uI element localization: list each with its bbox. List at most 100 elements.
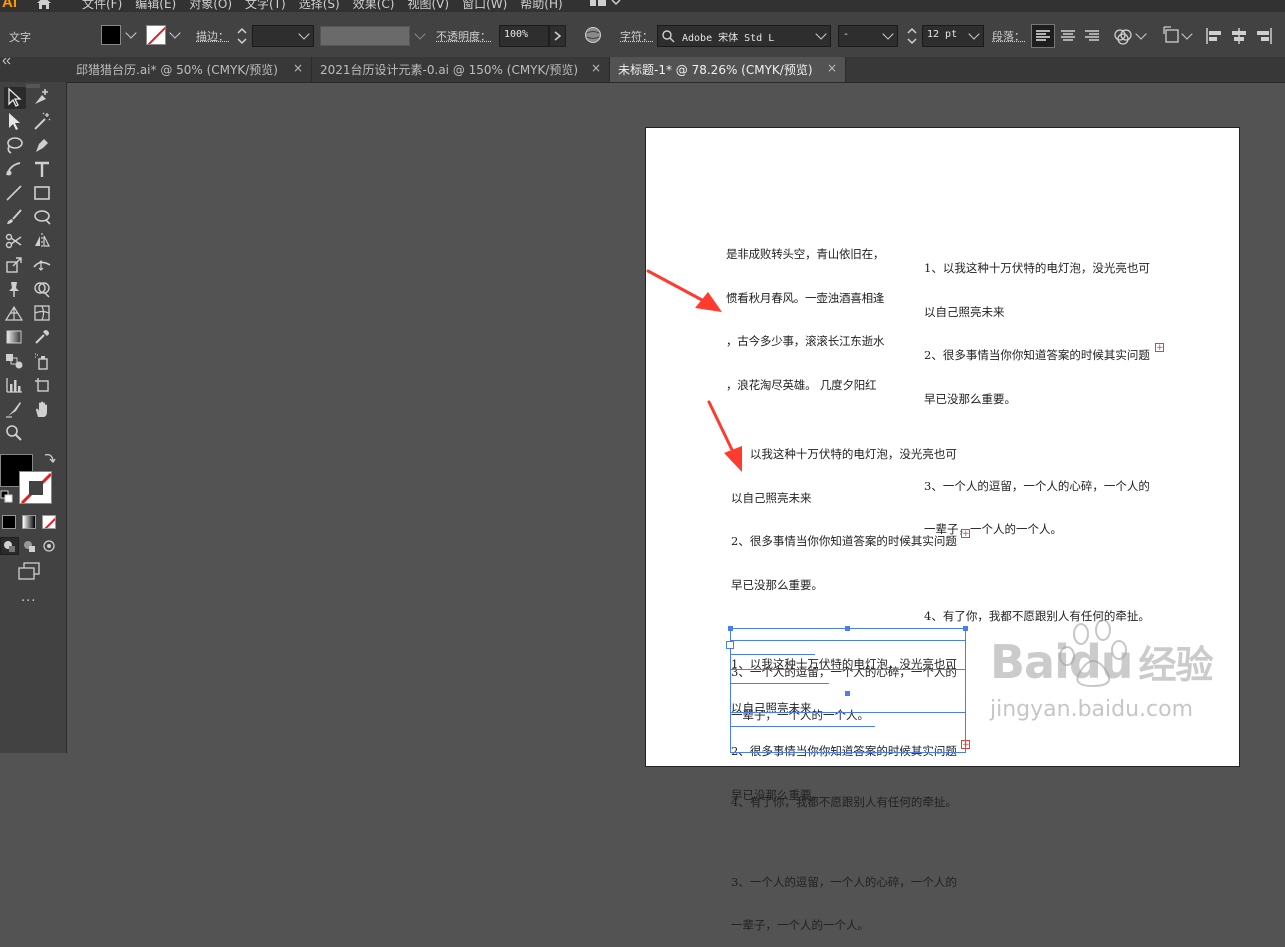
list-text-block-right[interactable]: 1、以我这种十万伏特的电灯泡，没光亮也可 以自己照亮未来 2、很多事情当你你知道… xyxy=(924,232,1150,638)
gradient-tool[interactable] xyxy=(4,327,26,349)
opacity-arrow-button[interactable] xyxy=(549,25,566,47)
line-segment-tool[interactable] xyxy=(4,183,26,205)
recolor-artwork-icon[interactable] xyxy=(1112,25,1134,47)
horizontal-align-right-icon[interactable] xyxy=(1253,25,1275,47)
variable-width-profile[interactable] xyxy=(320,26,410,46)
scissors-tool[interactable] xyxy=(4,231,26,253)
poem-text-block[interactable]: 是非成败转头空，青山依旧在， 惯看秋月春风。一壶浊酒喜相逢 ，古今多少事，滚滚长… xyxy=(726,218,884,407)
text-overflow-indicator[interactable]: + xyxy=(1155,343,1164,353)
menu-type[interactable]: 文字(T) xyxy=(245,0,293,12)
horizontal-align-center-icon[interactable] xyxy=(1228,25,1250,47)
stroke-swatch[interactable] xyxy=(146,25,166,45)
shape-builder-tool[interactable] xyxy=(32,279,54,301)
width-tool[interactable] xyxy=(32,255,54,277)
stroke-color-box[interactable] xyxy=(19,471,52,504)
horizontal-align-left-icon[interactable] xyxy=(1203,25,1225,47)
curvature-tool[interactable] xyxy=(32,87,54,109)
draw-inside-icon[interactable] xyxy=(41,538,58,554)
reflect-icon xyxy=(35,233,50,249)
fill-swatch[interactable] xyxy=(101,25,121,45)
lasso-icon xyxy=(7,137,23,154)
shaper-tool[interactable] xyxy=(32,207,54,229)
scale-tool[interactable] xyxy=(4,255,26,277)
blend-tool[interactable] xyxy=(4,351,26,373)
draw-behind-icon[interactable] xyxy=(21,538,38,554)
paragraph-label[interactable]: 段落： xyxy=(992,28,1025,44)
artboard-tool[interactable] xyxy=(32,375,54,397)
type-tool[interactable] xyxy=(32,159,54,181)
menu-edit[interactable]: 编辑(E) xyxy=(135,0,183,12)
edit-toolbar-more[interactable]: ... xyxy=(21,590,36,605)
text-in-port[interactable] xyxy=(726,641,734,649)
column-graph-tool[interactable] xyxy=(4,375,26,397)
selection-handle[interactable] xyxy=(728,626,733,631)
recolor-globe-icon[interactable] xyxy=(584,26,602,44)
color-mode-button[interactable] xyxy=(2,515,16,529)
pen-tool[interactable] xyxy=(32,135,54,157)
slice-knife-icon xyxy=(6,402,21,418)
menu-help[interactable]: 帮助(H) xyxy=(520,0,569,12)
selection-handle[interactable] xyxy=(845,626,850,631)
text-overflow-indicator[interactable]: + xyxy=(961,740,970,750)
text-baseline xyxy=(731,712,965,713)
lasso-tool[interactable] xyxy=(4,135,26,157)
font-size-stepper-icon[interactable] xyxy=(906,26,918,46)
slice-tool[interactable] xyxy=(4,399,26,421)
collapse-panel-icon[interactable] xyxy=(2,57,12,65)
add-anchor-tool[interactable] xyxy=(4,159,26,181)
profile-chevron-icon[interactable] xyxy=(414,28,426,40)
selection-tool[interactable] xyxy=(4,87,26,109)
eyedropper-tool[interactable] xyxy=(32,327,54,349)
menu-window[interactable]: 窗口(W) xyxy=(462,0,514,12)
rectangle-tool[interactable] xyxy=(32,183,54,205)
direct-selection-tool[interactable] xyxy=(4,111,26,133)
gradient-mode-button[interactable] xyxy=(22,515,36,529)
zoom-tool[interactable] xyxy=(4,423,26,445)
close-icon[interactable]: × xyxy=(591,61,601,75)
fill-dropdown-chevron-icon[interactable] xyxy=(125,27,137,39)
recolor-chevron-icon[interactable] xyxy=(1135,28,1147,40)
menu-file[interactable]: 文件(F) xyxy=(82,0,129,12)
stroke-dropdown-chevron-icon[interactable] xyxy=(169,27,181,39)
character-label[interactable]: 字符： xyxy=(620,28,653,44)
perspective-grid-tool[interactable] xyxy=(4,303,26,325)
paintbrush-tool[interactable] xyxy=(4,207,26,229)
menu-effect[interactable]: 效果(C) xyxy=(353,0,402,12)
text-line: 2、很多事情当你你知道答案的时候其实问题 xyxy=(731,534,957,548)
opacity-label[interactable]: 不透明度： xyxy=(436,28,491,44)
align-right-icon[interactable] xyxy=(1081,25,1103,47)
menu-object[interactable]: 对象(O) xyxy=(189,0,239,12)
selection-handle[interactable] xyxy=(963,626,968,631)
document-tab-bar: 邱猎猎台历.ai* @ 50% (CMYK/预览) × 2021台历设计元素-0… xyxy=(0,57,1285,83)
stroke-label[interactable]: 描边： xyxy=(196,28,229,44)
text-overflow-indicator[interactable]: + xyxy=(961,529,970,539)
workspace-switcher-icon[interactable] xyxy=(588,0,622,10)
close-icon[interactable]: × xyxy=(293,61,303,75)
selection-center-point[interactable] xyxy=(845,691,850,696)
magic-wand-tool[interactable] xyxy=(32,111,54,133)
screen-mode-icon[interactable] xyxy=(17,562,41,580)
align-center-icon[interactable] xyxy=(1057,25,1079,47)
swap-fill-stroke-icon[interactable] xyxy=(42,451,56,465)
menu-view[interactable]: 视图(V) xyxy=(407,0,456,12)
home-icon[interactable] xyxy=(36,0,52,10)
tab-document-3-active[interactable]: 未标题-1* @ 78.26% (CMYK/预览) × xyxy=(610,57,846,82)
close-icon[interactable]: × xyxy=(827,61,837,75)
menu-select[interactable]: 选择(S) xyxy=(299,0,347,12)
puppet-warp-tool[interactable] xyxy=(4,279,26,301)
main-menu: 文件(F) 编辑(E) 对象(O) 文字(T) 选择(S) 效果(C) 视图(V… xyxy=(82,0,576,12)
symbol-sprayer-tool[interactable] xyxy=(32,351,54,373)
stroke-stepper-icon[interactable] xyxy=(236,26,248,46)
tab-document-1[interactable]: 邱猎猎台历.ai* @ 50% (CMYK/预览) × xyxy=(68,57,312,82)
default-fill-stroke-icon[interactable] xyxy=(0,490,14,504)
align-to-icon[interactable] xyxy=(1162,25,1184,47)
font-family-field[interactable]: Adobe 宋体 Std L xyxy=(657,25,831,47)
align-left-button[interactable] xyxy=(1031,24,1055,48)
hand-tool[interactable] xyxy=(32,399,54,421)
none-mode-button[interactable] xyxy=(42,515,56,529)
reflect-tool[interactable] xyxy=(32,231,54,253)
mesh-tool[interactable] xyxy=(32,303,54,325)
opacity-field[interactable]: 100% xyxy=(499,25,549,47)
draw-normal-button[interactable] xyxy=(0,537,19,555)
tab-document-2[interactable]: 2021台历设计元素-0.ai @ 150% (CMYK/预览) × xyxy=(312,57,610,82)
